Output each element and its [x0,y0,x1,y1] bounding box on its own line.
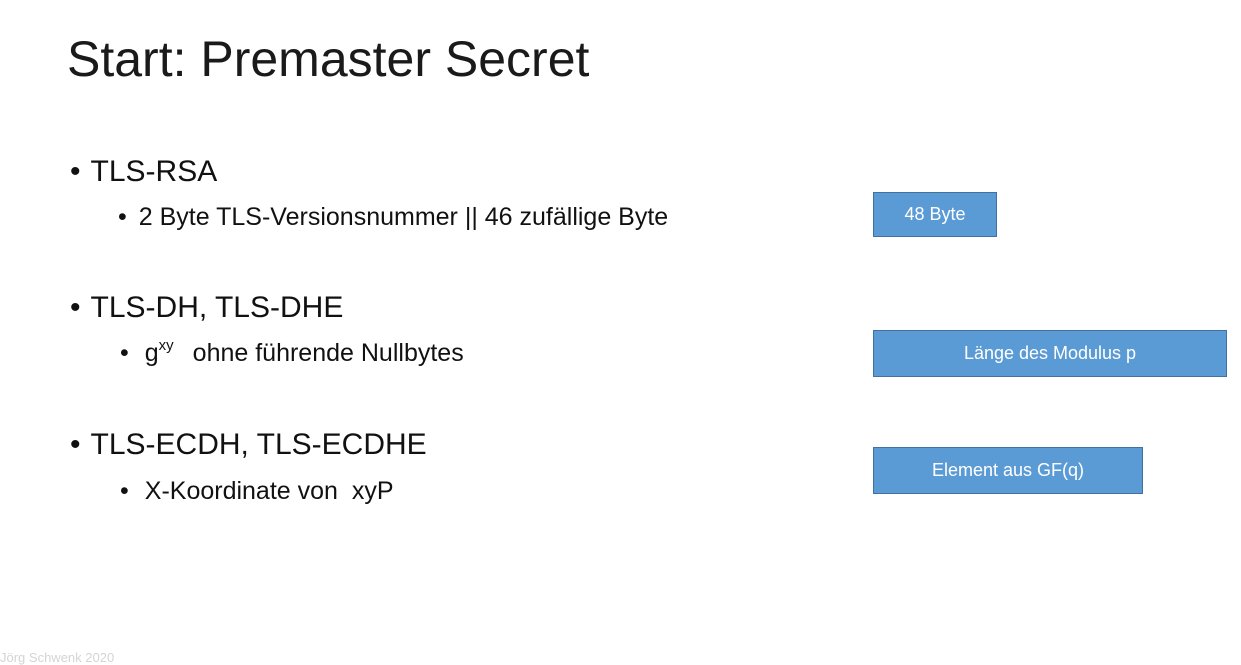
bullet-dot: • [70,428,81,461]
bullet-tls-rsa: • TLS-RSA [70,154,217,190]
length-box-modulus: Länge des Modulus p [873,330,1227,377]
slide-title: Start: Premaster Secret [67,31,590,87]
dh-exponent: xy [158,337,174,354]
sub-text-ecdh-secret: X-Koordinate von xyP [144,477,394,505]
heading-tls-rsa: TLS-RSA [90,155,218,188]
sub-bullet-premaster-format: • 2 Byte TLS-Versionsnummer || 46 zufälli… [118,202,668,232]
length-box-gfq: Element aus GF(q) [873,447,1143,494]
bullet-dot: • [70,155,81,188]
bullet-tls-dh: • TLS-DH, TLS-DHE [70,290,343,326]
bullet-dot: • [118,203,127,231]
heading-tls-ecdh: TLS-ECDH, TLS-ECDHE [90,428,427,461]
footer-author: Jörg Schwenk 2020 [0,650,115,665]
bullet-tls-ecdh: • TLS-ECDH, TLS-ECDHE [70,427,427,463]
dh-rest-text: ohne führende Nullbytes [192,339,464,367]
bullet-dot: • [120,477,129,505]
heading-tls-dh: TLS-DH, TLS-DHE [90,291,344,324]
length-box-48-byte: 48 Byte [873,192,997,237]
sub-bullet-ecdh-secret: • X-Koordinate von xyP [120,476,394,506]
bullet-dot: • [120,339,129,367]
sub-text-premaster-format: 2 Byte TLS-Versionsnummer || 46 zufällig… [138,203,669,231]
dh-base: g [144,339,159,367]
sub-bullet-dh-secret: • gxy ohne führende Nullbytes [120,338,464,368]
bullet-dot: • [70,291,81,324]
